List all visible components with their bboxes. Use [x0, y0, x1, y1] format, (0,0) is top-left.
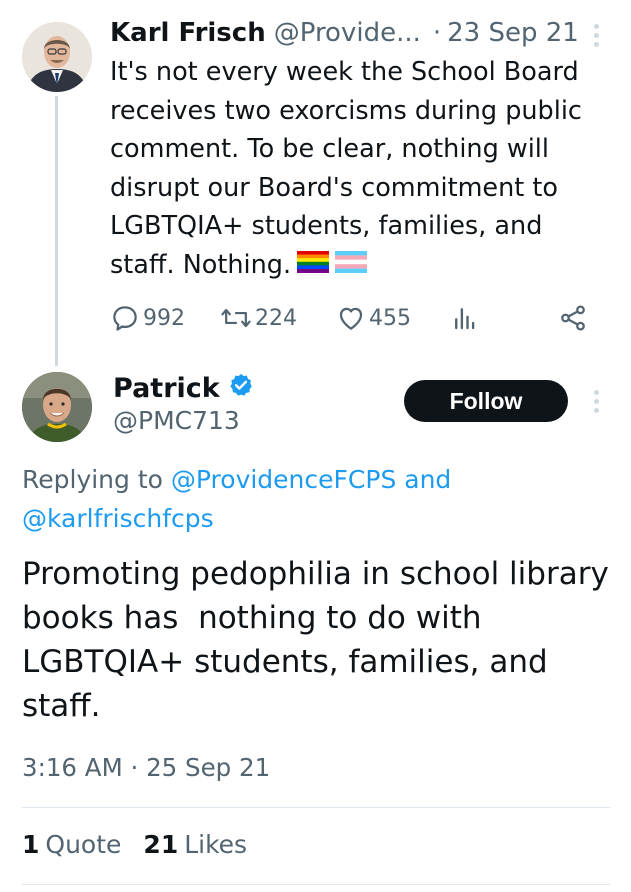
retweet-icon — [221, 308, 251, 328]
divider — [22, 807, 610, 808]
author-name[interactable]: Patrick — [113, 373, 220, 404]
parent-tweet-text: It's not every week the School Board rec… — [110, 53, 610, 285]
reply-tweet-text: Promoting pedophilia in school library b… — [22, 556, 619, 724]
likes-label: Likes — [184, 830, 248, 859]
likes-stat[interactable]: 21 Likes — [143, 830, 247, 859]
replying-prefix: Replying to — [22, 465, 163, 494]
retweet-button[interactable]: 224 — [220, 298, 297, 338]
separator-dot: · — [432, 18, 442, 48]
mention-link-karlfrischfcps[interactable]: @karlfrischfcps — [22, 504, 214, 533]
tweet-timestamp[interactable]: 3:16 AM · 25 Sep 21 — [22, 753, 270, 782]
verified-badge-icon[interactable] — [228, 372, 254, 405]
share-icon — [561, 305, 585, 331]
quotes-label: Quote — [45, 830, 122, 859]
more-icon[interactable] — [591, 390, 601, 413]
engagement-stats: 1 Quote 21 Likes — [22, 830, 247, 859]
parent-tweet-actions: 992 224 455 — [110, 298, 610, 338]
mention-and[interactable]: and — [404, 465, 451, 494]
parent-tweet-header: Karl Frisch @Provide... · 23 Sep 21 — [110, 14, 579, 52]
mention-link-providencefcps[interactable]: @ProvidenceFCPS — [171, 465, 396, 494]
parent-tweet[interactable]: Karl Frisch @Provide... · 23 Sep 21 It's… — [0, 0, 631, 360]
author-handle[interactable]: @PMC713 — [113, 406, 240, 435]
divider — [22, 884, 610, 885]
views-button[interactable] — [450, 298, 480, 338]
transgender-flag-emoji — [335, 246, 368, 285]
reply-count: 992 — [143, 305, 185, 331]
author-handle[interactable]: @Provide... — [274, 18, 421, 48]
follow-button[interactable]: Follow — [404, 380, 568, 422]
quotes-stat[interactable]: 1 Quote — [22, 830, 121, 859]
tweet-date[interactable]: 23 Sep 21 — [447, 18, 579, 48]
more-icon[interactable] — [591, 24, 601, 47]
retweet-count: 224 — [255, 305, 297, 331]
like-count: 455 — [369, 305, 411, 331]
views-icon — [455, 308, 475, 330]
quotes-count: 1 — [22, 830, 40, 859]
reply-author-row: Patrick — [113, 370, 254, 406]
share-button[interactable] — [558, 298, 588, 338]
patrick-avatar-image — [22, 372, 92, 442]
karl-avatar-image — [22, 22, 92, 92]
likes-count: 21 — [143, 830, 179, 859]
like-button[interactable]: 455 — [336, 298, 411, 338]
avatar[interactable] — [22, 372, 92, 442]
author-name[interactable]: Karl Frisch — [110, 18, 266, 48]
replying-to: Replying to @ProvidenceFCPS and @karlfri… — [22, 460, 612, 538]
reply-icon — [113, 306, 137, 331]
reply-button[interactable]: 992 — [110, 298, 185, 338]
like-icon — [339, 307, 363, 330]
rainbow-flag-emoji — [297, 246, 330, 285]
avatar[interactable] — [22, 22, 92, 92]
